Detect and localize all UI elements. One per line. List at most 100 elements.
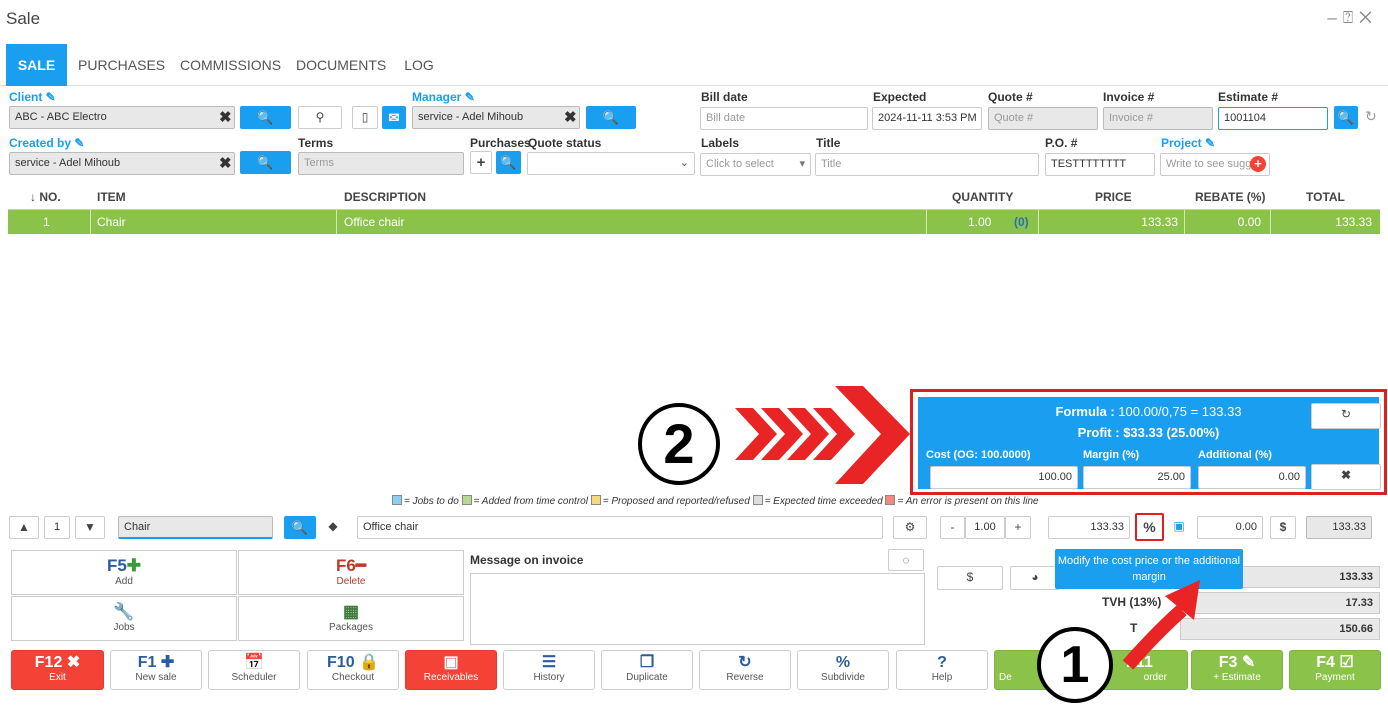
search-estimate-button[interactable]: 🔍	[1334, 106, 1358, 129]
tab-commissions[interactable]: COMMISSIONS	[180, 44, 281, 86]
created-by-field[interactable]: service - Adel Mihoub	[9, 152, 235, 175]
margin-popup: Formula : 100.00/0,75 = 133.33 Profit : …	[910, 389, 1387, 495]
created-by-label[interactable]: Created by ✎	[9, 136, 84, 150]
message-textarea[interactable]	[470, 573, 925, 645]
tab-purchases[interactable]: PURCHASES	[78, 44, 165, 86]
subdivide-button[interactable]: % Subdivide	[797, 650, 889, 690]
minimize-icon[interactable]: –	[1327, 8, 1342, 27]
new-sale-button[interactable]: F1 ✚ New sale	[110, 650, 202, 690]
manager-field[interactable]: service - Adel Mihoub	[412, 106, 580, 129]
manager-label[interactable]: Manager ✎	[412, 90, 475, 104]
quote-status-select[interactable]: ⌄	[527, 152, 695, 175]
email-button[interactable]: ✉	[382, 106, 406, 129]
terms-input[interactable]: Terms	[298, 152, 464, 175]
window-controls[interactable]: –⍰✕	[1327, 8, 1378, 28]
list-icon: ☰	[541, 654, 557, 671]
tab-sale[interactable]: SALE	[6, 44, 67, 86]
description-input[interactable]: Office chair	[357, 516, 883, 539]
receivables-button[interactable]: ▣ Receivables	[405, 650, 497, 690]
duplicate-button[interactable]: ❐ Duplicate	[601, 650, 693, 690]
add-purchase-button[interactable]: +	[470, 151, 492, 174]
search-icon: 🔍	[291, 520, 309, 535]
po-input[interactable]: TESTTTTTTTT	[1045, 153, 1155, 176]
phone-button[interactable]: ▯	[352, 106, 378, 129]
clear-client-icon[interactable]: ✖	[219, 108, 232, 126]
tag-button[interactable]: ◆	[320, 516, 346, 539]
quote-status-label: Quote status	[528, 136, 602, 150]
dollar-button[interactable]: $	[937, 566, 1003, 590]
client-field[interactable]: ABC - ABC Electro	[9, 106, 235, 129]
move-up-button[interactable]: ▲	[9, 516, 39, 539]
project-label[interactable]: Project ✎	[1161, 136, 1215, 150]
qty-input[interactable]: 1.00	[965, 516, 1005, 539]
col-no[interactable]: ↓ NO.	[30, 184, 61, 210]
chat-icon[interactable]: ⍰	[1343, 8, 1359, 27]
margin-input[interactable]: 25.00	[1083, 466, 1191, 489]
jobs-button[interactable]: 🔧 Jobs	[11, 596, 237, 641]
settings-button[interactable]: ⚙	[893, 516, 927, 539]
search-manager-button[interactable]: 🔍	[586, 106, 636, 129]
tab-documents[interactable]: DOCUMENTS	[296, 44, 386, 86]
col-total[interactable]: TOTAL	[1306, 184, 1345, 210]
speech-bubble-icon: ◌	[902, 553, 910, 567]
scheduler-button[interactable]: 📅 Scheduler	[208, 650, 300, 690]
exit-button[interactable]: F12 ✖ Exit	[11, 650, 104, 690]
search-item-button[interactable]: 🔍	[284, 516, 316, 539]
add-button[interactable]: F5✚ Add	[11, 550, 237, 595]
row-qty-extra[interactable]: (0)	[1014, 210, 1029, 234]
comment-button[interactable]: ◌	[888, 549, 924, 571]
discount-input[interactable]: 0.00	[1197, 516, 1263, 539]
line-number-input[interactable]: 1	[44, 516, 70, 539]
invoice-input[interactable]: Invoice #	[1103, 107, 1213, 130]
checkout-button[interactable]: F10 🔒 Checkout	[307, 650, 399, 690]
help-button[interactable]: ? Help	[896, 650, 988, 690]
popup-close-button[interactable]: ✖	[1311, 464, 1381, 490]
qty-minus-button[interactable]: -	[940, 516, 965, 539]
delete-button[interactable]: F6━ Delete	[238, 550, 464, 595]
col-item[interactable]: ITEM	[97, 184, 126, 210]
quote-label: Quote #	[988, 90, 1033, 104]
labels-select[interactable]: Click to select ▾	[700, 153, 811, 176]
search-purchase-button[interactable]: 🔍	[496, 151, 521, 174]
row-quantity: 1.00	[968, 215, 992, 229]
bill-date-label: Bill date	[701, 90, 748, 104]
popup-refresh-button[interactable]: ↻	[1311, 403, 1381, 429]
payment-button[interactable]: F4 ☑ Payment	[1289, 650, 1381, 690]
clear-manager-icon[interactable]: ✖	[564, 108, 577, 126]
title-input[interactable]: Title	[815, 153, 1039, 176]
quote-input[interactable]: Quote #	[988, 107, 1098, 130]
move-down-button[interactable]: ▼	[75, 516, 105, 539]
expected-input[interactable]: 2024-11-11 3:53 PM	[872, 107, 982, 130]
percent-margin-button[interactable]: %	[1135, 513, 1164, 541]
packages-button[interactable]: ▦ Packages	[238, 596, 464, 641]
formula-text: Formula : 100.00/0,75 = 133.33	[1055, 404, 1242, 419]
cost-input[interactable]: 100.00	[930, 466, 1078, 489]
price-input[interactable]: 133.33	[1048, 516, 1130, 539]
close-icon[interactable]: ✕	[1359, 8, 1378, 27]
estimate-input[interactable]: 1001104	[1218, 107, 1328, 130]
clear-created-by-icon[interactable]: ✖	[219, 154, 232, 172]
binoculars-button[interactable]: ⚲	[298, 106, 342, 129]
refresh-icon[interactable]: ↻	[1365, 108, 1377, 125]
cash-icon[interactable]: ▣	[1166, 516, 1192, 539]
search-client-button[interactable]: 🔍	[240, 106, 291, 129]
table-row[interactable]: 1 Chair Office chair 1.00 (0) 133.33 0.0…	[8, 210, 1380, 234]
item-input[interactable]: Chair	[118, 516, 273, 539]
col-description[interactable]: DESCRIPTION	[344, 184, 426, 210]
lock-icon: 🔒	[359, 654, 379, 671]
col-quantity[interactable]: QUANTITY	[952, 184, 1013, 210]
reverse-button[interactable]: ↻ Reverse	[699, 650, 791, 690]
add-project-icon[interactable]: +	[1250, 156, 1266, 172]
pie-chart-button[interactable]: ◕	[1010, 566, 1060, 590]
qty-plus-button[interactable]: +	[1005, 516, 1031, 539]
client-label[interactable]: Client ✎	[9, 90, 56, 104]
tab-log[interactable]: LOG	[401, 44, 437, 86]
additional-input[interactable]: 0.00	[1198, 466, 1306, 489]
discount-dollar-button[interactable]: $	[1270, 516, 1296, 539]
col-rebate[interactable]: REBATE (%)	[1195, 184, 1265, 210]
history-button[interactable]: ☰ History	[503, 650, 595, 690]
col-price[interactable]: PRICE	[1095, 184, 1132, 210]
bill-date-input[interactable]: Bill date	[700, 107, 868, 130]
search-created-by-button[interactable]: 🔍	[240, 151, 291, 174]
search-icon: 🔍	[257, 155, 274, 170]
